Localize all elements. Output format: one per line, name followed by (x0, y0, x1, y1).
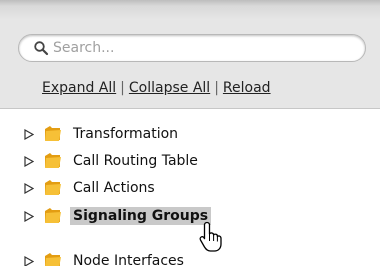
expand-arrow-icon[interactable] (24, 183, 34, 194)
search-box[interactable] (18, 34, 366, 62)
navigation-panel: Expand All|Collapse All|Reload Transform… (0, 0, 380, 266)
link-separator: | (214, 80, 219, 96)
expand-arrow-icon[interactable] (24, 256, 34, 266)
tree-item-signaling-groups[interactable]: Signaling Groups (0, 204, 380, 228)
expand-arrow-icon[interactable] (24, 129, 34, 140)
tree-item-transformation[interactable]: Transformation (0, 122, 380, 146)
reload-link[interactable]: Reload (223, 80, 271, 96)
expand-all-link[interactable]: Expand All (42, 80, 116, 96)
tree-actions: Expand All | Collapse All | Reload (42, 80, 271, 96)
tree-item-call-actions[interactable]: Call Actions (0, 176, 380, 200)
tree-item-label: Call Routing Table (73, 153, 198, 169)
folder-icon (45, 153, 61, 168)
folder-icon (45, 208, 61, 223)
hand-pointer-cursor-icon (199, 221, 222, 252)
folder-icon (45, 126, 61, 141)
link-separator: | (120, 80, 125, 96)
collapse-all-link[interactable]: Collapse All (129, 80, 210, 96)
tree-item-label: Signaling Groups (70, 207, 212, 225)
folder-icon (45, 180, 61, 195)
tree-item-label: Node Interfaces (73, 253, 184, 266)
folder-icon (45, 253, 61, 266)
tree-item-label: Call Actions (73, 180, 155, 196)
tree-item-call-routing-table[interactable]: Call Routing Table (0, 149, 380, 173)
panel-header: Expand All|Collapse All|Reload (0, 0, 380, 109)
search-input[interactable] (53, 37, 353, 59)
tree-item-label: Transformation (73, 126, 179, 142)
expand-arrow-icon[interactable] (24, 211, 34, 222)
search-icon (34, 41, 49, 56)
tree-item-node-interfaces[interactable]: Node Interfaces (0, 249, 380, 266)
expand-arrow-icon[interactable] (24, 156, 34, 167)
